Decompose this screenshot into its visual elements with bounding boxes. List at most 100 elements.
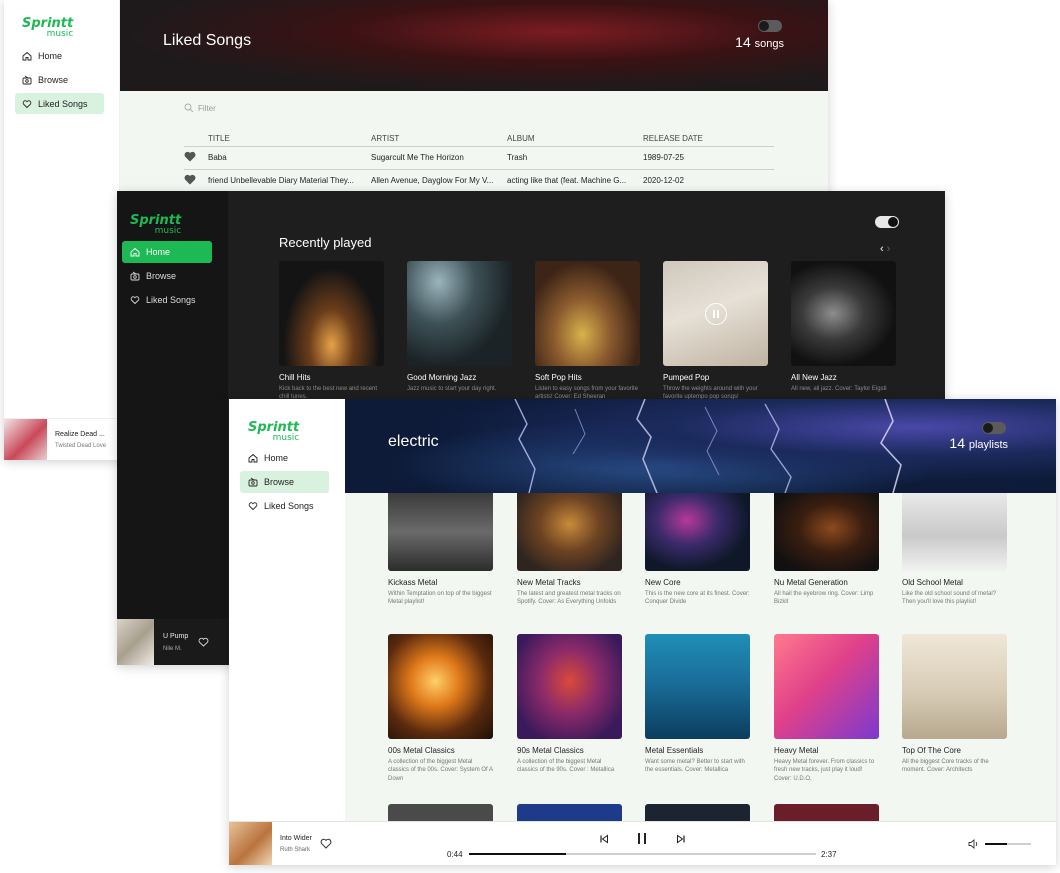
theme-toggle[interactable] [875,216,899,228]
playlist-card[interactable] [645,804,750,821]
playlist-card[interactable]: 00s Metal Classics A collection of the b… [388,634,493,783]
nav-browse[interactable]: Browse [122,265,212,287]
filter-input[interactable]: Filter [184,103,216,113]
nav-label: Home [146,247,171,257]
heart-filled-icon[interactable] [184,151,196,162]
nav-home[interactable]: Home [240,447,329,469]
mini-player[interactable]: Realize Dead ... Twisted Dead Love [4,418,120,460]
home-icon [130,247,140,257]
chevron-right-icon[interactable]: › [887,243,891,255]
playlist-description: All the biggest Core tracks of the momen… [902,759,989,774]
playlist-name: 00s Metal Classics [388,746,455,755]
playlist-name: Heavy Metal [774,746,819,755]
playlist-count: 14 playlists [949,435,1008,451]
playlist-card[interactable]: Soft Pop Hits Listen to easy songs from … [535,261,640,402]
genre-title: electric [388,433,439,450]
track-title: U Pump [163,633,189,640]
sidebar: Sprintt music Home Browse Liked Songs [229,399,345,821]
playlist-card[interactable] [388,804,493,821]
playlist-card[interactable]: Kickass Metal Within Temptation on top o… [388,493,493,607]
playlist-name: New Core [645,578,681,587]
nav-liked-songs[interactable]: Liked Songs [240,495,329,517]
playlist-description: All hail the eyebrow ring. Cover: Limp B… [774,591,874,606]
volume-slider[interactable] [985,843,1031,845]
playlist-card[interactable]: Heavy Metal Heavy Metal forever. From cl… [774,634,879,783]
playlist-cover [791,261,896,366]
nav-home[interactable]: Home [122,241,212,263]
playlist-card[interactable]: Good Morning Jazz Jazz music to start yo… [407,261,512,393]
playlist-card[interactable]: Nu Metal Generation All hail the eyebrow… [774,493,879,607]
volume-fill [985,843,1008,845]
mini-player[interactable]: U Pump Nile M. [117,619,228,665]
search-icon [184,103,194,113]
theme-toggle[interactable] [758,20,782,32]
nav-label: Liked Songs [146,295,196,305]
home-icon [248,453,258,463]
playlist-card[interactable] [517,804,622,821]
album-art [229,822,272,865]
nav-label: Liked Songs [264,501,314,511]
sidebar: Sprintt music Home Browse Liked Songs U P… [117,191,228,665]
playlist-description: A collection of the biggest Metal classi… [388,759,493,782]
table-row[interactable]: friend Unbellevable Diary Material They.… [184,169,774,193]
playlist-name: 90s Metal Classics [517,746,584,755]
album-art [4,419,47,460]
brand-logo[interactable]: Sprintt music [248,421,299,443]
carousel-arrows: ‹ › [880,243,890,255]
genre-header: electric 14 playlists [345,399,1056,493]
pause-icon[interactable] [636,832,648,845]
playlist-name: Chill Hits [279,373,311,382]
song-count: 14 songs [735,34,784,50]
playlist-name: Kickass Metal [388,578,438,587]
col-album[interactable]: ALBUM [507,131,643,147]
playlist-cover [535,261,640,366]
playlist-name: New Metal Tracks [517,578,581,587]
playlist-card[interactable] [774,804,879,821]
col-release-date[interactable]: RELEASE DATE [643,131,774,147]
col-artist[interactable]: ARTIST [371,131,507,147]
progress-bar[interactable] [469,853,816,855]
playlist-card[interactable]: Metal Essentials Want some metal? Better… [645,634,750,775]
playlist-cover [407,261,512,366]
play-pause-icon[interactable] [705,303,727,325]
nav-browse[interactable]: Browse [240,471,329,493]
playlist-description: Within Temptation on top of the biggest … [388,591,492,606]
song-album: acting like that (feat. Machine G... [507,169,643,193]
track-title: Into Wider [280,835,312,842]
skip-next-icon[interactable] [676,834,686,844]
nav-label: Browse [38,74,69,85]
playlist-card[interactable]: All New Jazz All new, all jazz. Cover: T… [791,261,896,393]
playlist-description: The latest and greatest metal tracks on … [517,591,621,606]
col-title[interactable]: TITLE [208,131,371,147]
playlist-card[interactable]: Pumped Pop Throw the weights around with… [663,261,768,402]
theme-toggle[interactable] [982,422,1006,434]
heart-icon[interactable] [198,637,209,647]
album-art [117,619,154,665]
nav-liked-songs[interactable]: Liked Songs [122,289,212,311]
playlist-cover [645,493,750,571]
heart-icon[interactable] [320,838,332,849]
playlist-name: Old School Metal [902,578,963,587]
volume-icon[interactable] [968,839,979,849]
nav-liked-songs[interactable]: Liked Songs [15,93,104,114]
brand-logo[interactable]: Sprintt music [130,214,181,236]
playlist-name: All New Jazz [791,373,837,382]
nav-home[interactable]: Home [15,45,104,66]
playlist-card[interactable]: Chill Hits Kick back to the best new and… [279,261,384,402]
brand-logo[interactable]: Sprintt music [22,17,73,39]
heart-icon [130,296,140,305]
nav-label: Home [38,50,63,61]
playlist-card[interactable]: New Metal Tracks The latest and greatest… [517,493,622,607]
playlist-card[interactable]: New Core This is the new core at its fin… [645,493,750,607]
chevron-left-icon[interactable]: ‹ [880,243,884,255]
playlist-card[interactable]: Top Of The Core All the biggest Core tra… [902,634,1007,775]
playlist-cover [774,493,879,571]
nav-browse[interactable]: Browse [15,69,104,90]
playlist-card[interactable]: 90s Metal Classics A collection of the b… [517,634,622,775]
playlist-card[interactable]: Old School Metal Like the old school sou… [902,493,1007,607]
nav-label: Browse [264,477,295,487]
skip-previous-icon[interactable] [599,834,609,844]
table-row[interactable]: Baba Sugarcult Me The Horizon Trash 1989… [184,146,774,170]
heart-filled-icon[interactable] [184,174,196,185]
playlist-description: Like the old school sound of metal? Then… [902,591,997,606]
